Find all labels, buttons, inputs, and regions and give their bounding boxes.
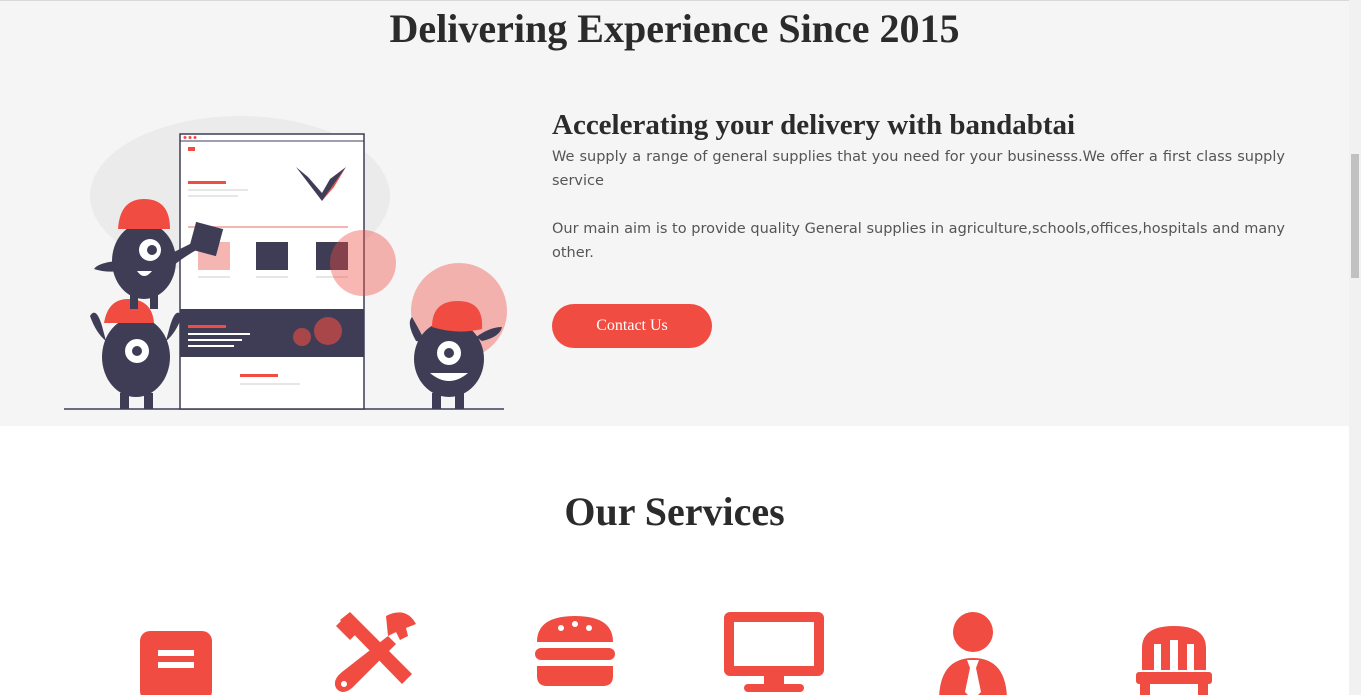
about-title: Accelerating your delivery with bandabta… (552, 109, 1076, 141)
scrollbar-thumb[interactable] (1351, 154, 1359, 278)
burger-icon (525, 606, 625, 695)
tools-icon (326, 606, 426, 695)
chair-icon (1124, 606, 1224, 695)
stationery-icon (126, 606, 226, 695)
about-paragraph-2: Our main aim is to provide quality Gener… (552, 221, 1285, 261)
contact-us-button[interactable]: Contact Us (552, 304, 712, 348)
page-scrollbar[interactable] (1349, 0, 1361, 695)
about-paragraph-1: We supply a range of general supplies th… (552, 149, 1285, 189)
user-tie-icon (923, 606, 1023, 695)
monitor-icon (724, 606, 824, 695)
about-section: Delivering Experience Since 2015 Acceler… (0, 0, 1349, 426)
page-headline: Delivering Experience Since 2015 (389, 6, 960, 51)
services-title: Our Services (564, 489, 785, 534)
delivery-illustration (64, 116, 507, 410)
